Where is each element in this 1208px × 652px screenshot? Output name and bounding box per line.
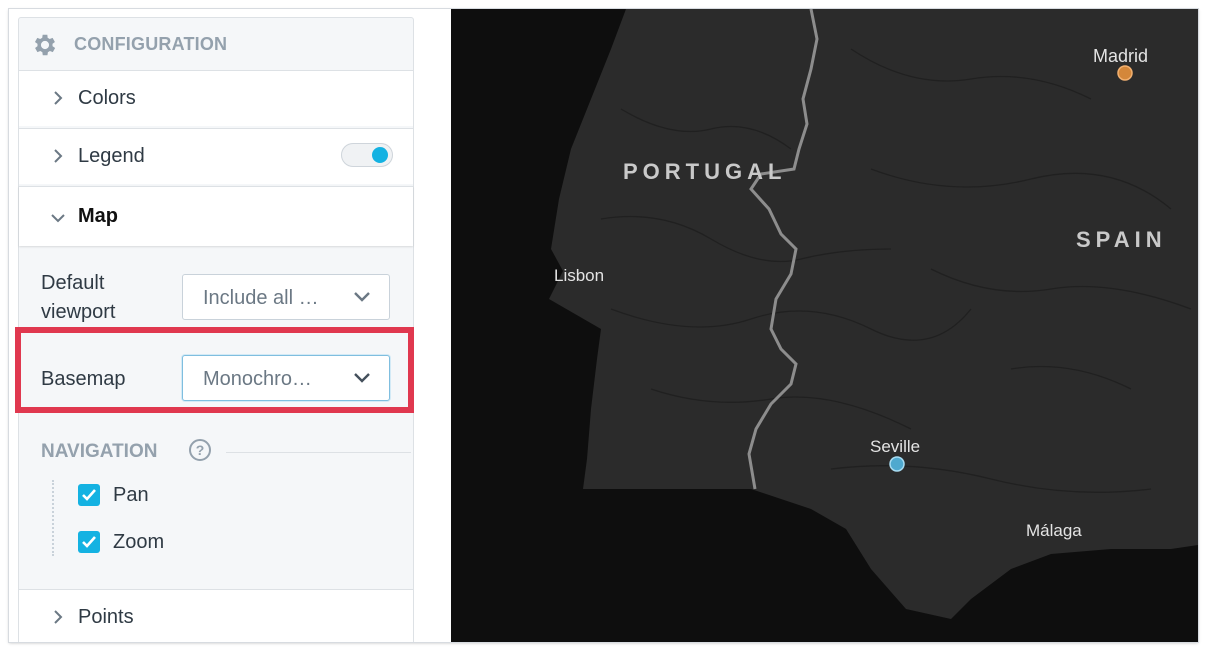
country-label-spain: SPAIN	[1076, 227, 1167, 252]
question-circle-icon[interactable]: ?	[189, 439, 211, 461]
map-canvas	[451, 9, 1198, 642]
toggle-knob	[372, 147, 388, 163]
section-colors-label: Colors	[78, 87, 136, 109]
pan-checkbox[interactable]	[78, 484, 100, 506]
section-map[interactable]: Map	[19, 186, 413, 246]
portugal-spain-border	[747, 9, 819, 490]
seville-point[interactable]	[889, 456, 905, 472]
legend-toggle[interactable]	[341, 143, 393, 167]
pan-label: Pan	[113, 484, 149, 506]
section-points-label: Points	[78, 606, 134, 628]
river-lines	[600, 48, 1192, 493]
caret-down-icon	[354, 292, 370, 302]
city-label-lisbon: Lisbon	[554, 266, 605, 285]
chevron-right-icon	[54, 610, 63, 624]
map-view[interactable]: PORTUGAL SPAIN Madrid Lisbon Seville Mál…	[451, 9, 1198, 642]
navigation-tree-line	[52, 480, 54, 556]
zoom-label: Zoom	[113, 531, 165, 553]
app-window: CONFIGURATION Colors Legend Map Default …	[9, 9, 1198, 642]
country-label-portugal: PORTUGAL	[623, 159, 787, 184]
default-viewport-value: Include all …	[203, 287, 319, 309]
sea-area	[451, 9, 1198, 642]
chevron-down-icon	[51, 214, 65, 223]
configuration-panel: CONFIGURATION Colors Legend Map Default …	[9, 9, 451, 642]
city-label-seville: Seville	[870, 437, 921, 456]
default-viewport-label-line2: viewport	[41, 301, 116, 323]
default-viewport-select[interactable]: Include all …	[182, 274, 390, 320]
section-colors[interactable]: Colors	[19, 70, 413, 126]
checkmark-icon	[82, 489, 96, 501]
section-legend[interactable]: Legend	[19, 128, 413, 184]
chevron-right-icon	[54, 149, 63, 163]
configuration-header: CONFIGURATION	[19, 18, 413, 70]
default-viewport-label-line1: Default	[41, 272, 105, 294]
gear-icon	[34, 34, 56, 56]
navigation-title: NAVIGATION	[41, 441, 158, 462]
madrid-point[interactable]	[1117, 65, 1133, 81]
checkmark-icon	[82, 536, 96, 548]
basemap-highlight-box	[15, 327, 414, 413]
configuration-title: CONFIGURATION	[74, 34, 228, 54]
zoom-checkbox[interactable]	[78, 531, 100, 553]
section-map-label: Map	[78, 205, 118, 227]
chevron-right-icon	[54, 91, 63, 105]
section-legend-label: Legend	[78, 145, 145, 167]
city-label-malaga: Málaga	[1026, 521, 1082, 540]
section-points[interactable]: Points	[19, 589, 413, 642]
city-label-madrid: Madrid	[1093, 46, 1149, 66]
navigation-divider	[226, 452, 411, 453]
